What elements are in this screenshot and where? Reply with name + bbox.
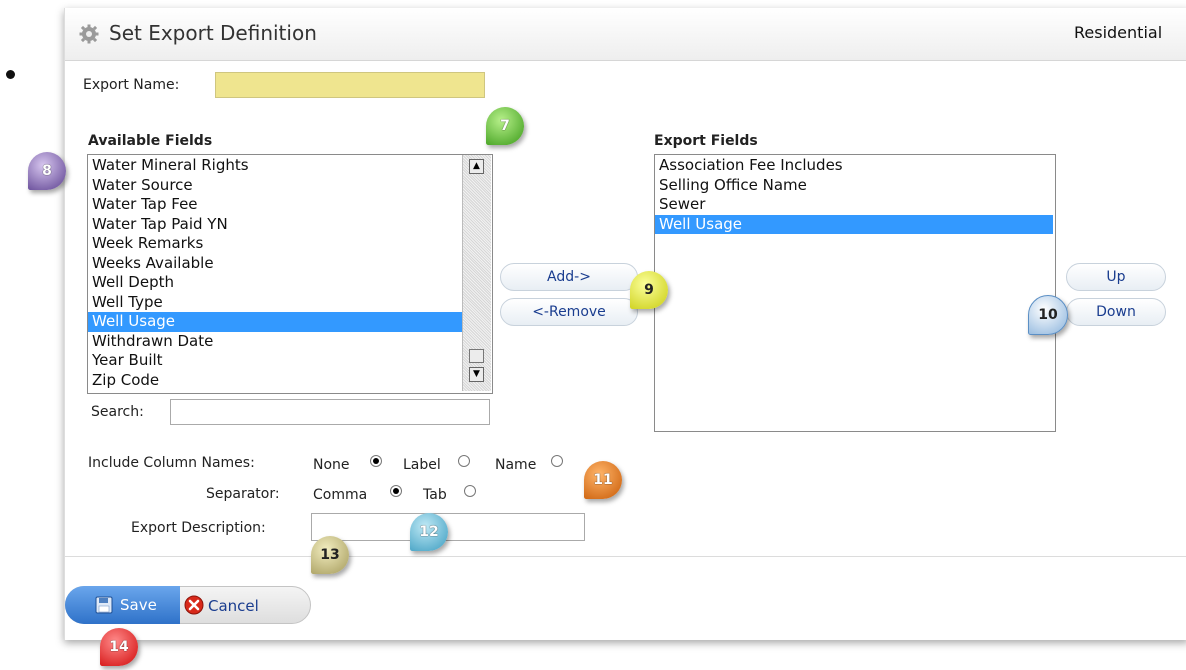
list-item[interactable]: Zip Code — [88, 371, 462, 391]
available-fields-scrollbar[interactable]: ▲ ▼ — [462, 155, 491, 391]
scroll-down-arrow[interactable]: ▼ — [469, 367, 484, 382]
scroll-thumb[interactable] — [469, 349, 484, 363]
export-fields-list[interactable]: Association Fee Includes Selling Office N… — [654, 154, 1056, 432]
list-item[interactable]: Week Remarks — [88, 234, 462, 254]
list-item[interactable]: Sewer — [655, 195, 1053, 215]
radio-label[interactable] — [458, 455, 470, 467]
floppy-disk-icon — [95, 596, 113, 614]
callout-13: 13 — [311, 536, 349, 574]
radio-comma[interactable] — [390, 485, 402, 497]
option-comma-label: Comma — [313, 487, 368, 503]
save-label: Save — [120, 596, 157, 614]
callout-14: 14 — [100, 628, 138, 666]
available-fields-list[interactable]: Water Mineral Rights Water Source Water Ta… — [87, 154, 493, 394]
export-fields-heading: Export Fields — [654, 133, 758, 149]
export-name-label: Export Name: — [83, 77, 180, 93]
callout-9: 9 — [630, 271, 668, 309]
list-item[interactable]: Selling Office Name — [655, 176, 1053, 196]
cancel-x-icon — [184, 595, 204, 615]
save-button[interactable]: Save — [65, 586, 180, 624]
option-name-label: Name — [495, 457, 537, 473]
list-item[interactable]: Well Usage — [88, 312, 462, 332]
radio-tab[interactable] — [464, 485, 476, 497]
gear-icon — [79, 24, 99, 44]
dialog-title: Set Export Definition — [109, 21, 317, 45]
search-input[interactable] — [170, 399, 490, 425]
scroll-up-arrow[interactable]: ▲ — [469, 159, 484, 174]
property-type-label: Residential — [1074, 23, 1163, 42]
dialog-titlebar: Set Export Definition Residential — [65, 8, 1186, 61]
add-button[interactable]: Add-> — [500, 263, 638, 291]
remove-button[interactable]: <-Remove — [500, 298, 638, 326]
export-definition-dialog: Set Export Definition Residential Export… — [64, 8, 1186, 640]
option-tab-label: Tab — [423, 487, 447, 503]
callout-7: 7 — [486, 107, 524, 145]
available-fields-heading: Available Fields — [88, 133, 213, 149]
list-item[interactable]: Withdrawn Date — [88, 332, 462, 352]
option-none-label: None — [313, 457, 350, 473]
footer-divider — [65, 556, 1186, 557]
callout-8: 8 — [28, 152, 66, 190]
move-up-button[interactable]: Up — [1066, 263, 1166, 291]
cancel-button[interactable]: Cancel — [208, 597, 259, 615]
radio-none[interactable] — [370, 455, 382, 467]
list-item[interactable]: Water Tap Fee — [88, 195, 462, 215]
separator-label: Separator: — [206, 486, 280, 502]
include-column-names-label: Include Column Names: — [88, 455, 255, 471]
option-label-label: Label — [403, 457, 441, 473]
radio-name[interactable] — [551, 455, 563, 467]
callout-12: 12 — [410, 513, 448, 551]
list-item[interactable]: Water Source — [88, 176, 462, 196]
export-description-label: Export Description: — [131, 520, 266, 536]
bullet-point — [6, 70, 15, 79]
list-item[interactable]: Association Fee Includes — [655, 156, 1053, 176]
callout-10: 10 — [1028, 295, 1068, 335]
callout-11: 11 — [584, 461, 622, 499]
list-item[interactable]: Well Type — [88, 293, 462, 313]
export-name-input[interactable] — [215, 72, 485, 98]
list-item[interactable]: Water Tap Paid YN — [88, 215, 462, 235]
list-item[interactable]: Well Usage — [655, 214, 1053, 234]
list-item[interactable]: Weeks Available — [88, 254, 462, 274]
list-item[interactable]: Well Depth — [88, 273, 462, 293]
move-down-button[interactable]: Down — [1066, 298, 1166, 326]
search-label: Search: — [91, 404, 144, 420]
list-item[interactable]: Year Built — [88, 351, 462, 371]
list-item[interactable]: Water Mineral Rights — [88, 156, 462, 176]
export-description-input[interactable] — [311, 513, 585, 541]
